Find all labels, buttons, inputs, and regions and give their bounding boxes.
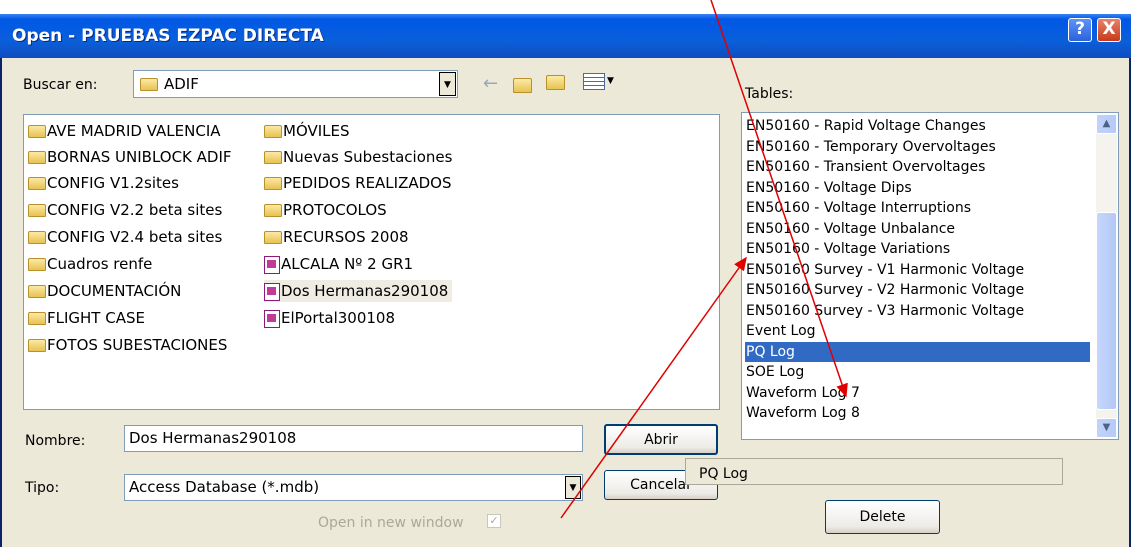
annotation-arrow (560, 256, 747, 519)
annotation-overlay (560, 0, 848, 519)
annotation-arrow (710, 0, 848, 398)
